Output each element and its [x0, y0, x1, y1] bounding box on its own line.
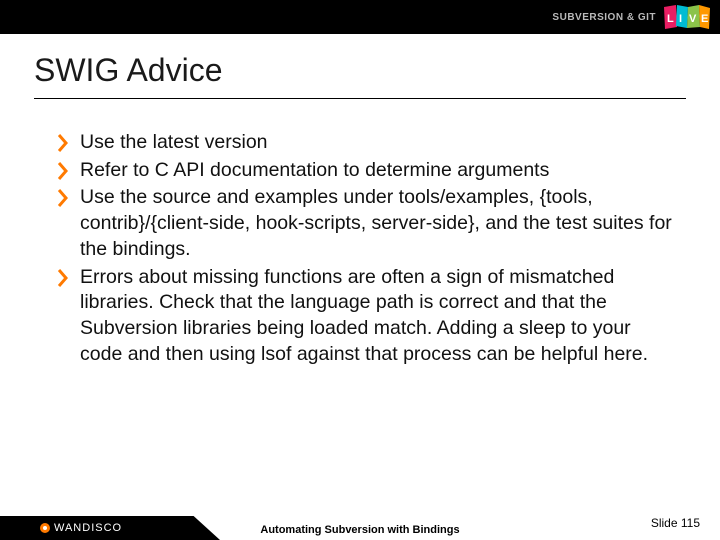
logo-dot-icon — [40, 523, 50, 533]
brand-block: SUBVERSION & GIT L I V E — [552, 3, 712, 31]
svg-text:L: L — [667, 13, 674, 25]
list-item: Errors about missing functions are often… — [58, 265, 676, 368]
brand-text: SUBVERSION & GIT — [552, 12, 656, 23]
slide-title: SWIG Advice — [34, 52, 223, 89]
bullet-text: Errors about missing functions are often… — [80, 265, 676, 368]
list-item: Use the latest version — [58, 130, 676, 156]
svg-text:E: E — [701, 13, 708, 25]
svg-text:V: V — [689, 13, 697, 25]
chevron-icon — [58, 268, 70, 288]
list-item: Refer to C API documentation to determin… — [58, 158, 676, 184]
live-logo-icon: L I V E — [662, 3, 712, 31]
chevron-icon — [58, 133, 70, 153]
bullet-text: Use the source and examples under tools/… — [80, 185, 676, 262]
bullet-list: Use the latest version Refer to C API do… — [58, 130, 676, 370]
chevron-icon — [58, 188, 70, 208]
bullet-text: Use the latest version — [80, 130, 268, 156]
company-logo: WANDISCO — [40, 522, 122, 534]
slide-number: Slide 115 — [651, 516, 700, 530]
bullet-text: Refer to C API documentation to determin… — [80, 158, 549, 184]
company-name: WANDISCO — [54, 522, 122, 534]
chevron-icon — [58, 161, 70, 181]
top-bar: SUBVERSION & GIT L I V E — [0, 0, 720, 34]
svg-text:I: I — [679, 13, 682, 25]
title-underline — [34, 98, 686, 99]
footer-company-bar: WANDISCO — [0, 516, 220, 540]
presentation-title: Automating Subversion with Bindings — [260, 524, 459, 537]
list-item: Use the source and examples under tools/… — [58, 185, 676, 262]
